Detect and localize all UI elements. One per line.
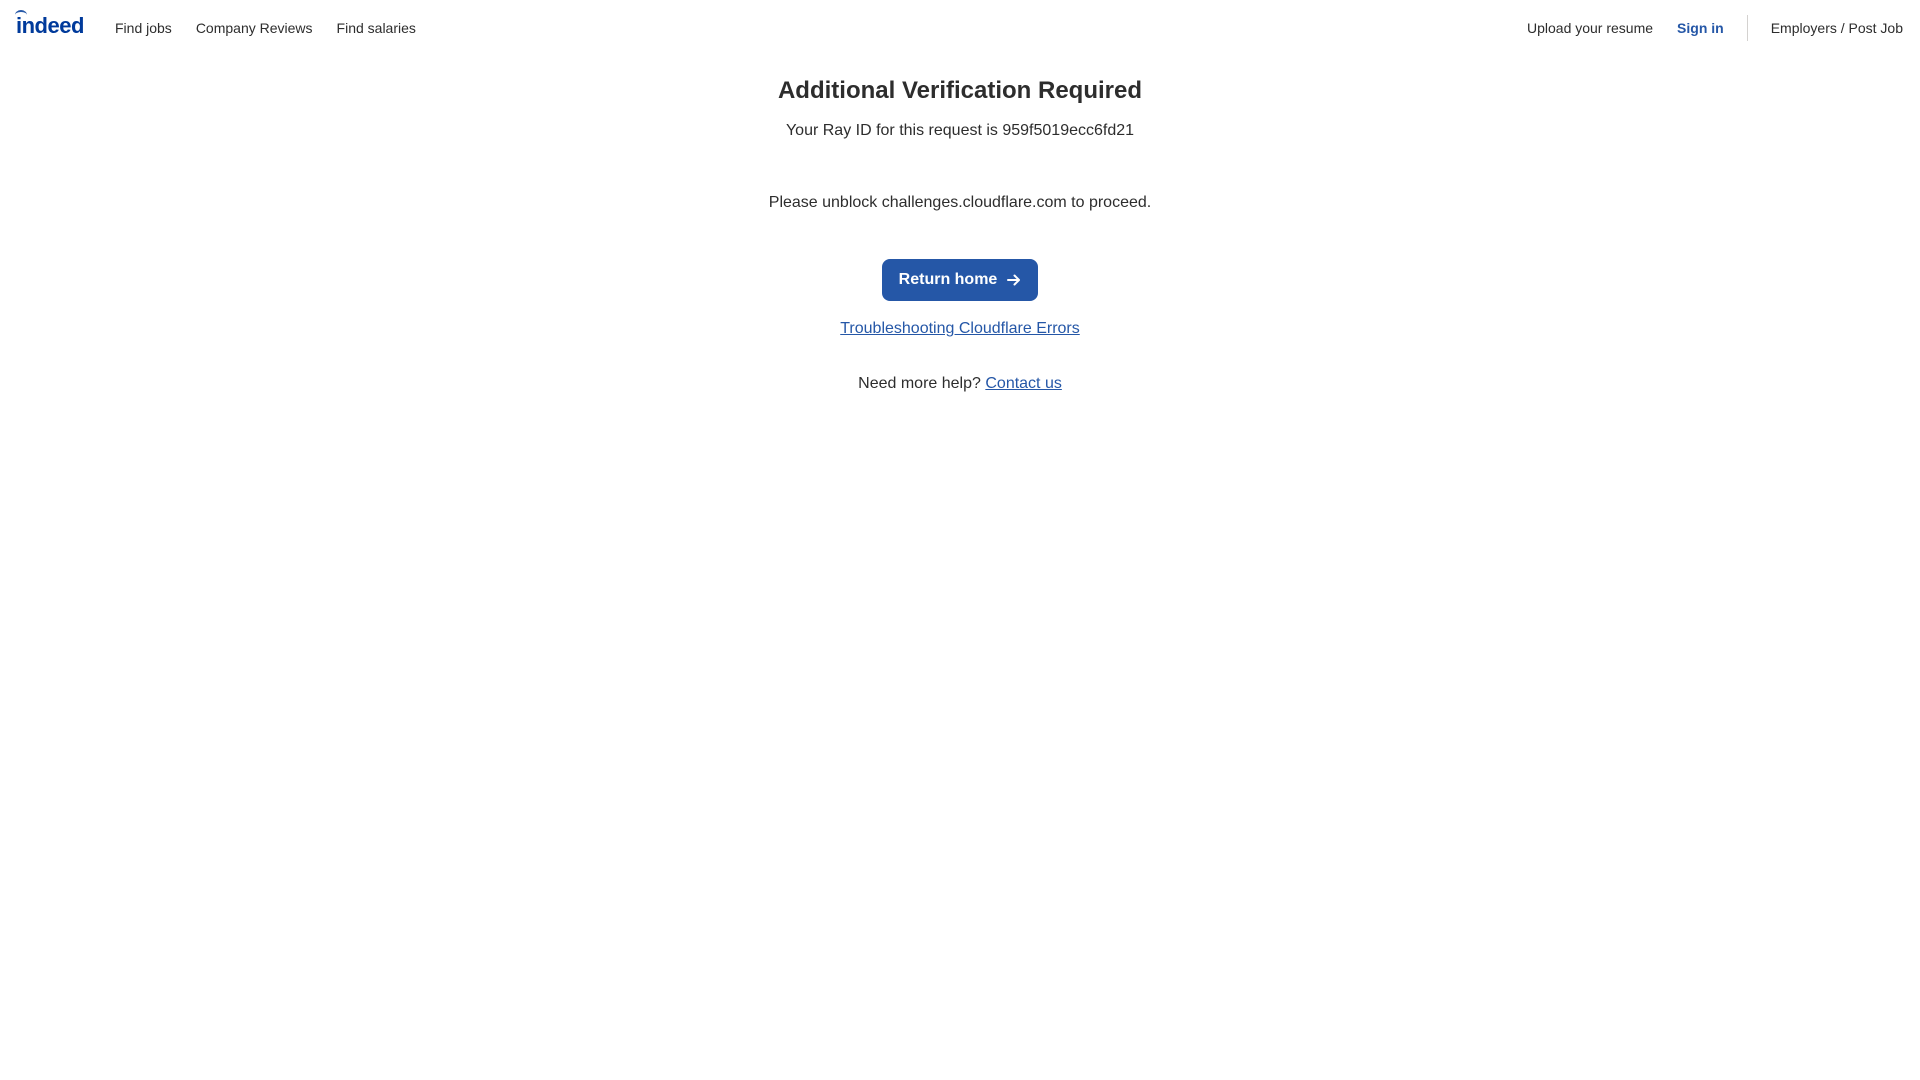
indeed-logo[interactable]: indeed xyxy=(15,10,84,39)
help-line: Need more help? Contact us xyxy=(0,372,1920,396)
secondary-nav: Upload your resume Sign in Employers / P… xyxy=(1527,0,1903,56)
nav-find-salaries[interactable]: Find salaries xyxy=(337,20,416,36)
verification-content: Additional Verification Required Your Ra… xyxy=(0,56,1920,396)
return-home-label: Return home xyxy=(898,270,998,288)
nav-divider xyxy=(1746,15,1748,41)
nav-company-reviews[interactable]: Company Reviews xyxy=(196,20,313,36)
arrow-right-icon xyxy=(1007,274,1021,286)
troubleshooting-link[interactable]: Troubleshooting Cloudflare Errors xyxy=(840,320,1080,337)
sign-in-link[interactable]: Sign in xyxy=(1677,20,1724,36)
return-home-button[interactable]: Return home xyxy=(881,258,1039,301)
return-home-wrapper: Return home xyxy=(0,258,1920,301)
page-title: Additional Verification Required xyxy=(777,77,1143,104)
employers-post-job-link[interactable]: Employers / Post Job xyxy=(1771,20,1903,36)
unblock-message: Please unblock challenges.cloudflare.com… xyxy=(768,193,1152,211)
ray-id-text: Your Ray ID for this request is 959f5019… xyxy=(785,121,1135,139)
contact-us-link[interactable]: Contact us xyxy=(985,375,1061,392)
troubleshooting-line: Troubleshooting Cloudflare Errors xyxy=(0,317,1920,341)
site-header: indeed Find jobs Company Reviews Find sa… xyxy=(0,0,1920,56)
logo-arc-icon xyxy=(15,10,27,20)
nav-find-jobs[interactable]: Find jobs xyxy=(115,20,172,36)
upload-resume-link[interactable]: Upload your resume xyxy=(1527,20,1653,36)
help-prefix: Need more help? xyxy=(858,374,981,392)
primary-nav: Find jobs Company Reviews Find salaries xyxy=(115,0,440,56)
